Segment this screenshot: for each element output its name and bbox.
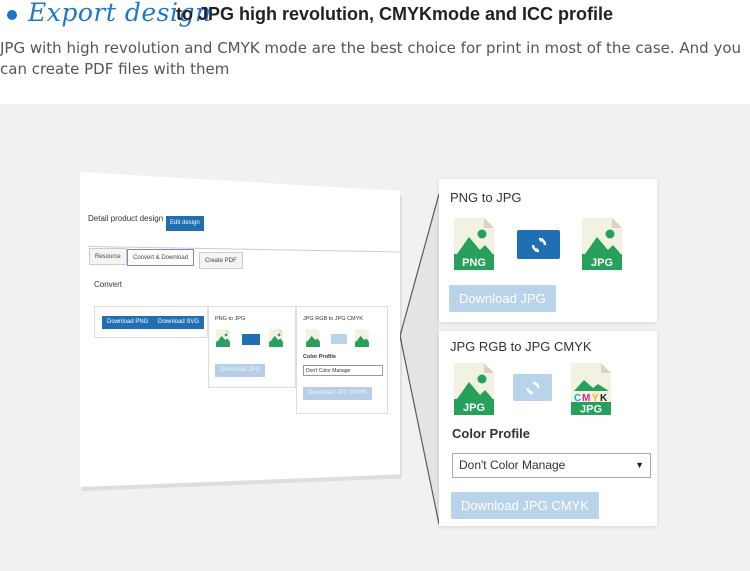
mini-download-jpg-cmyk-button[interactable]: Download JPG CMYK — [303, 387, 373, 400]
illustration-stage: Detail product design Edit design Resour… — [0, 104, 750, 571]
mini-color-profile-select[interactable]: Don't Color Manage — [303, 365, 383, 376]
png-file-icon: PNG — [454, 218, 494, 270]
mini-cmyk-jpg-file-icon — [355, 329, 369, 347]
color-profile-select[interactable]: Don't Color Manage ▼ — [452, 453, 651, 478]
png-to-jpg-title: PNG to JPG — [450, 190, 522, 205]
download-jpg-button[interactable]: Download JPG — [449, 285, 556, 312]
cmyk-jpg-file-icon: C M Y K JPG — [571, 363, 611, 415]
mini-download-box: Download PNG Download SVG — [94, 306, 208, 338]
mini-rgb-to-cmyk-box: JPG RGB to JPG CMYK Color Profile Don't … — [296, 306, 388, 414]
convert-sync-icon[interactable] — [517, 230, 560, 259]
mini-page-title: Detail product design — [88, 214, 164, 223]
mini-download-jpg-button[interactable]: Download JPG — [215, 364, 266, 377]
mini-tab-create-pdf[interactable]: Create PDF — [199, 252, 243, 269]
mini-png-to-jpg-box: PNG to JPG Download JPG — [208, 306, 296, 388]
mini-edit-design-button[interactable]: Edit design — [166, 216, 204, 231]
cmyk-jpg-file-label: JPG — [580, 404, 602, 416]
mini-screenshot: Detail product design Edit design Resour… — [80, 172, 402, 491]
convert-sync-disabled-icon[interactable] — [513, 374, 552, 401]
mini-tab-resource[interactable]: Resource — [89, 248, 127, 265]
rgb-to-cmyk-title: JPG RGB to JPG CMYK — [450, 339, 592, 354]
mini-rgb-jpg-file-icon — [306, 329, 320, 347]
png-to-jpg-panel: PNG to JPG PNG JPG Download JPG — [439, 179, 657, 322]
mini-color-profile-label: Color Profile — [303, 354, 337, 360]
png-file-label: PNG — [462, 257, 486, 269]
rgb-to-cmyk-panel: JPG RGB to JPG CMYK JPG C M Y K JPG Colo… — [439, 331, 657, 526]
mini-convert-label: Convert — [94, 280, 123, 289]
mini-jpg-file-icon — [269, 329, 283, 347]
rgb-jpg-file-icon: JPG — [454, 363, 494, 415]
mini-convert-disabled-icon — [331, 334, 347, 344]
color-profile-label: Color Profile — [452, 426, 531, 441]
section-main-title: to JPG high revolution, CMYKmode and ICC… — [176, 4, 614, 24]
mini-png-file-icon — [216, 329, 230, 347]
bullet-dot-icon — [7, 10, 17, 20]
chevron-down-icon: ▼ — [635, 460, 644, 470]
section-header: Export design to JPG high revolution, CM… — [0, 0, 750, 104]
jpg-file-label: JPG — [591, 257, 613, 269]
section-description: JPG with high revolution and CMYK mode a… — [0, 39, 742, 78]
jpg-file-icon: JPG — [582, 218, 622, 270]
color-profile-select-value: Don't Color Manage — [459, 458, 566, 472]
mini-png-to-jpg-title: PNG to JPG — [215, 316, 246, 322]
download-jpg-cmyk-button[interactable]: Download JPG CMYK — [451, 492, 599, 519]
rgb-jpg-file-label: JPG — [463, 402, 485, 414]
mini-download-svg-button[interactable]: Download SVG — [153, 316, 205, 329]
mini-tab-convert-download[interactable]: Convert & Download — [127, 249, 195, 266]
mini-rgb-to-cmyk-title: JPG RGB to JPG CMYK — [303, 316, 363, 322]
mini-download-png-button[interactable]: Download PNG — [102, 316, 154, 329]
mini-convert-icon — [242, 334, 260, 345]
